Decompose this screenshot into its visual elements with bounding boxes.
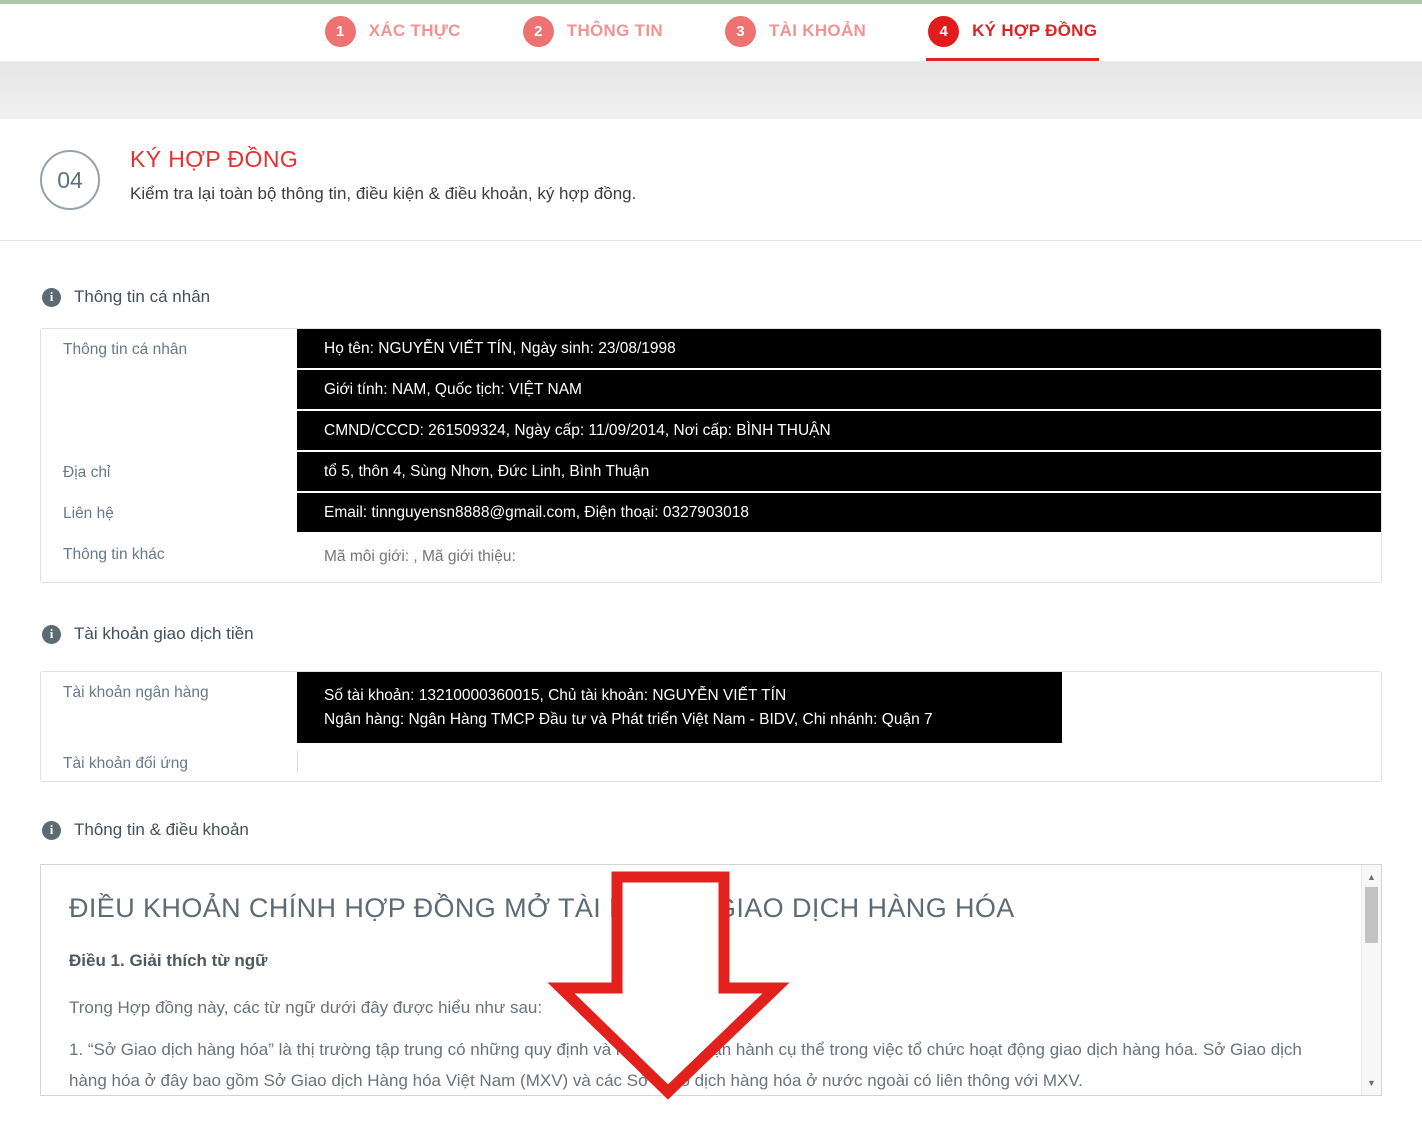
step-title-card: 04 KÝ HỢP ĐỒNG Kiểm tra lại toàn bộ thôn… [0, 119, 1422, 241]
contract-terms-box[interactable]: ĐIỀU KHOẢN CHÍNH HỢP ĐỒNG MỞ TÀI KHOẢN G… [40, 864, 1382, 1096]
step-ky-hop-dong[interactable]: 4 KÝ HỢP ĐỒNG [926, 4, 1100, 61]
step-number-circle: 04 [40, 150, 100, 210]
step-1-badge: 1 [324, 15, 356, 47]
row-value-highlighted: Họ tên: NGUYỄN VIẾT TÍN, Ngày sinh: 23/0… [297, 329, 1381, 368]
step-3-badge: 3 [724, 15, 756, 47]
row-label: Liên hệ [41, 493, 297, 534]
step-3-label: TÀI KHOẢN [768, 21, 867, 40]
row-label: Thông tin khác [41, 534, 297, 582]
row-value-plain: Mã môi giới: , Mã giới thiệu: [324, 548, 516, 565]
step-title-block: KÝ HỢP ĐỒNG Kiểm tra lại toàn bộ thông t… [130, 146, 636, 204]
step-2-label: THÔNG TIN [566, 21, 663, 40]
main-content: i Thông tin cá nhân Thông tin cá nhân Họ… [0, 287, 1422, 1096]
scrollbar-up-icon[interactable]: ▲ [1362, 869, 1381, 885]
section-title-terms: Thông tin & điều khoản [74, 820, 249, 839]
scrollbar-down-icon[interactable]: ▼ [1362, 1075, 1381, 1091]
contract-heading: ĐIỀU KHOẢN CHÍNH HỢP ĐỒNG MỞ TÀI KHOẢN G… [69, 893, 1015, 923]
row-label: Tài khoản đối ứng [41, 743, 297, 781]
contract-article-title: Điều 1. Giải thích từ ngữ [69, 951, 268, 970]
section-head-personal: i Thông tin cá nhân [42, 287, 1382, 307]
table-row: Thông tin khác Mã môi giới: , Mã giới th… [41, 534, 1381, 582]
table-row: CMND/CCCD: 261509324, Ngày cấp: 11/09/20… [41, 411, 1381, 452]
step-tai-khoan[interactable]: 3 TÀI KHOẢN [723, 4, 868, 61]
step-xac-thuc[interactable]: 1 XÁC THỰC [323, 4, 463, 61]
row-label: Tài khoản ngân hàng [41, 672, 297, 743]
step-4-badge: 4 [928, 15, 960, 47]
table-row: Địa chỉ tổ 5, thôn 4, Sùng Nhơn, Đức Lin… [41, 452, 1381, 493]
scrollbar-thumb[interactable] [1365, 887, 1378, 943]
row-value: Số tài khoản: 13210000360015, Chủ tài kh… [297, 672, 1381, 743]
stepper-header: 1 XÁC THỰC 2 THÔNG TIN 3 TÀI KHOẢN 4 KÝ … [0, 4, 1422, 62]
row-label: Địa chỉ [41, 452, 297, 493]
section-title-personal: Thông tin cá nhân [74, 287, 211, 306]
row-value-empty [297, 751, 1381, 773]
gray-band [0, 62, 1422, 119]
row-value-highlighted: Email: tinnguyensn8888@gmail.com, Điện t… [297, 493, 1381, 532]
contract-clause-1: 1. “Sở Giao dịch hàng hóa” là thị trường… [69, 1040, 1302, 1090]
step-4-label: KÝ HỢP ĐỒNG [972, 21, 1098, 40]
table-row-bank: Tài khoản ngân hàng Số tài khoản: 132100… [41, 672, 1381, 743]
page-title: KÝ HỢP ĐỒNG [130, 146, 299, 172]
contract-intro: Trong Hợp đồng này, các từ ngữ dưới đây … [69, 998, 543, 1017]
row-value-highlighted: Giới tính: NAM, Quốc tịch: VIỆT NAM [297, 370, 1381, 409]
row-label: Thông tin cá nhân [41, 329, 297, 370]
info-icon: i [42, 287, 61, 307]
section-head-money: i Tài khoản giao dịch tiền [42, 624, 1382, 644]
step-thong-tin[interactable]: 2 THÔNG TIN [521, 4, 665, 61]
row-value-highlighted: tổ 5, thôn 4, Sùng Nhơn, Đức Linh, Bình … [297, 452, 1381, 491]
row-value-highlighted: CMND/CCCD: 261509324, Ngày cấp: 11/09/20… [297, 411, 1381, 450]
table-row: Giới tính: NAM, Quốc tịch: VIỆT NAM [41, 370, 1381, 411]
row-label [41, 370, 297, 411]
table-row-counter-account: Tài khoản đối ứng [41, 743, 1381, 781]
table-row: Thông tin cá nhân Họ tên: NGUYỄN VIẾT TÍ… [41, 329, 1381, 370]
section-title-money: Tài khoản giao dịch tiền [74, 624, 254, 643]
scrollbar[interactable]: ▲ ▼ [1361, 865, 1381, 1095]
stepper: 1 XÁC THỰC 2 THÔNG TIN 3 TÀI KHOẢN 4 KÝ … [323, 4, 1100, 61]
page-subtitle: Kiểm tra lại toàn bộ thông tin, điều kiệ… [130, 184, 637, 203]
info-icon: i [42, 820, 61, 840]
bank-name-line: Ngân hàng: Ngân Hàng TMCP Đầu tư và Phát… [324, 711, 933, 728]
table-row: Liên hệ Email: tinnguyensn8888@gmail.com… [41, 493, 1381, 534]
bank-value-highlighted: Số tài khoản: 13210000360015, Chủ tài kh… [297, 672, 1062, 743]
bank-account-line: Số tài khoản: 13210000360015, Chủ tài kh… [324, 687, 787, 704]
section-head-terms: i Thông tin & điều khoản [42, 820, 1382, 840]
money-account-table: Tài khoản ngân hàng Số tài khoản: 132100… [40, 671, 1382, 782]
info-icon: i [42, 624, 61, 644]
personal-info-table: Thông tin cá nhân Họ tên: NGUYỄN VIẾT TÍ… [40, 328, 1382, 583]
step-2-badge: 2 [522, 15, 554, 47]
step-1-label: XÁC THỰC [368, 21, 461, 40]
row-label [41, 411, 297, 452]
